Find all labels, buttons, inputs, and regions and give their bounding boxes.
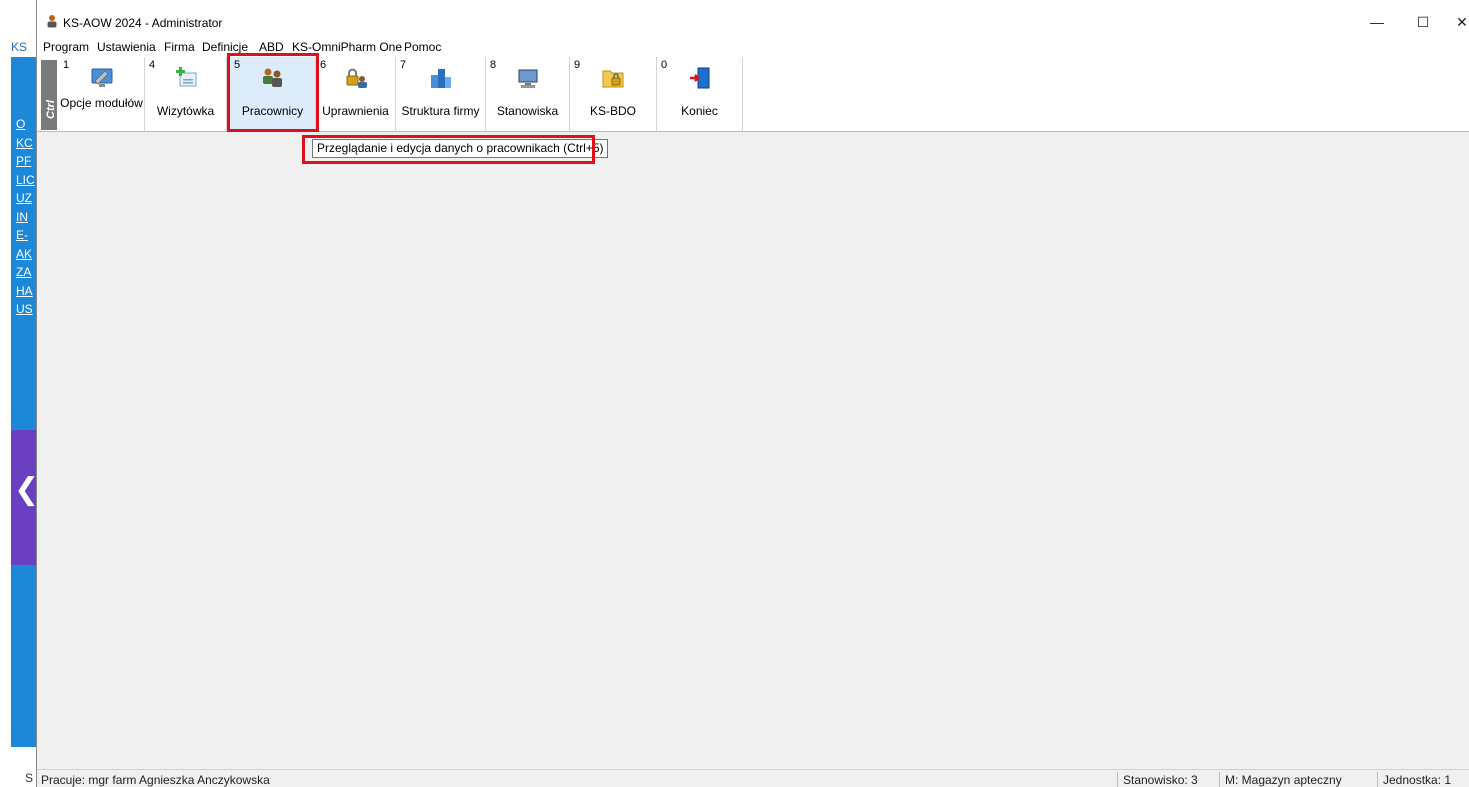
business-card-icon (175, 67, 196, 87)
status-warehouse: M: Magazyn apteczny (1225, 773, 1342, 787)
status-separator (1377, 772, 1378, 787)
module-options-icon (91, 68, 112, 87)
shortcut-key: 7 (400, 59, 407, 71)
background-sidebar-link[interactable]: UZ (11, 189, 36, 208)
toolbar-button-struktura-firmy[interactable]: 7 Struktura firmy (396, 57, 486, 131)
status-unit: Jednostka: 1 (1383, 773, 1452, 787)
menu-omnipharm[interactable]: KS-OmniPharm One (292, 40, 402, 54)
background-sidebar-link[interactable]: LIC (11, 171, 36, 190)
background-app-title: KS (11, 40, 28, 54)
highlight-box-pracownicy (227, 53, 319, 132)
highlight-box-tooltip (302, 135, 595, 164)
ctrl-indicator: Ctrl (41, 60, 57, 130)
background-sidebar-link[interactable]: IN (11, 208, 36, 227)
workstations-icon (518, 69, 537, 88)
toolbar-button-label: Koniec (681, 104, 718, 118)
background-sidebar-link[interactable]: US (11, 300, 36, 319)
maximize-button[interactable]: ☐ (1403, 10, 1443, 34)
status-separator (1117, 772, 1118, 787)
toolbar-button-label: Opcje modułów (60, 96, 143, 110)
main-window: KS-AOW 2024 - Administrator — ☐ ✕ Progra… (36, 0, 1469, 787)
shortcut-key: 4 (149, 59, 156, 71)
toolbar-button-label: Struktura firmy (401, 104, 480, 118)
toolbar-button-label: Uprawnienia (322, 104, 389, 118)
window-title: KS-AOW 2024 - Administrator (63, 16, 223, 30)
toolbar-button-label: Stanowiska (496, 104, 559, 118)
toolbar-button-opcje-modulow[interactable]: 1 Opcje modułów (59, 57, 145, 131)
toolbar-button-koniec[interactable]: 0 Koniec (657, 57, 743, 131)
menu-program[interactable]: Program (43, 40, 89, 54)
company-structure-icon (430, 69, 451, 88)
toolbar-button-ks-bdo[interactable]: 9 KS-BDO (570, 57, 657, 131)
shortcut-key: 6 (320, 59, 327, 71)
user-avatar-icon (47, 15, 57, 28)
background-sidebar-link[interactable]: O (11, 115, 36, 134)
background-sidebar-link[interactable]: HA (11, 282, 36, 301)
toolbar-button-label: KS-BDO (589, 104, 636, 118)
shortcut-key: 1 (63, 59, 70, 71)
toolbar-button-uprawnienia[interactable]: 6 Uprawnienia (316, 57, 396, 131)
status-bar: Pracuje: mgr farm Agnieszka Anczykowska … (37, 769, 1469, 787)
toolbar-button-wizytowka[interactable]: 4 Wizytówka (145, 57, 227, 131)
menu-pomoc[interactable]: Pomoc (404, 40, 441, 54)
toolbar-button-stanowiska[interactable]: 8 Stanowiska (486, 57, 570, 131)
status-user: Pracuje: mgr farm Agnieszka Anczykowska (41, 773, 270, 787)
status-station: Stanowisko: 3 (1123, 773, 1198, 787)
menu-ustawienia[interactable]: Ustawienia (97, 40, 156, 54)
background-sidebar-link[interactable]: KC (11, 134, 36, 153)
exit-door-icon (689, 67, 709, 89)
background-sidebar-link[interactable]: PF (11, 152, 36, 171)
menu-definicje[interactable]: Definicje (202, 40, 248, 54)
shortcut-key: 8 (490, 59, 497, 71)
shortcut-key: 9 (574, 59, 581, 71)
background-sidebar-link[interactable]: E- (11, 226, 36, 245)
title-bar: KS-AOW 2024 - Administrator — ☐ ✕ (37, 0, 1469, 38)
toolbar-button-label: Wizytówka (156, 104, 215, 118)
background-status: S (25, 771, 34, 785)
shortcut-key: 0 (661, 59, 668, 71)
minimize-button[interactable]: — (1357, 10, 1397, 34)
bdo-folder-icon (602, 70, 624, 88)
background-sidebar-link[interactable]: ZA (11, 263, 36, 282)
background-sidebar-link[interactable]: AK (11, 245, 36, 264)
status-separator (1219, 772, 1220, 787)
permissions-icon (346, 68, 367, 88)
background-sidebar-links: O KC PF LIC UZ IN E- AK ZA HA US (11, 115, 36, 319)
menu-abd[interactable]: ABD (259, 40, 284, 54)
menu-firma[interactable]: Firma (164, 40, 195, 54)
close-button[interactable]: ✕ (1442, 10, 1469, 34)
background-app-window: KS O KC PF LIC UZ IN E- AK ZA HA US ❮ S (0, 0, 39, 787)
ctrl-label: Ctrl (45, 100, 57, 119)
